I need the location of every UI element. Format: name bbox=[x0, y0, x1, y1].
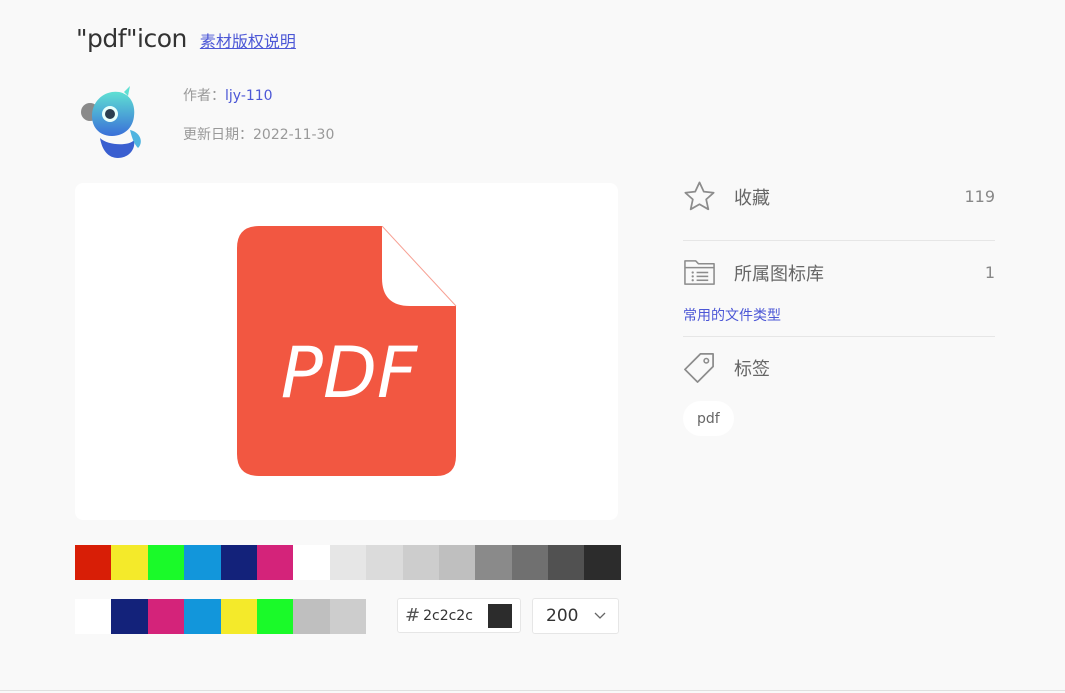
avatar-image bbox=[81, 86, 141, 158]
color-swatch[interactable] bbox=[256, 545, 294, 580]
tags-row: 标签 bbox=[683, 351, 995, 384]
library-label: 所属图标库 bbox=[734, 263, 824, 285]
color-swatch[interactable] bbox=[220, 599, 257, 634]
color-preview-chip[interactable] bbox=[488, 604, 512, 628]
color-swatch[interactable] bbox=[329, 599, 367, 634]
bottom-divider bbox=[0, 690, 1065, 691]
hex-value[interactable]: 2c2c2c bbox=[423, 608, 473, 624]
favorite-label: 收藏 bbox=[734, 187, 770, 209]
hash-symbol: # bbox=[405, 605, 421, 626]
author-label: 作者： bbox=[183, 88, 225, 104]
author-link[interactable]: ljy-110 bbox=[225, 88, 273, 104]
divider bbox=[683, 240, 995, 241]
color-swatch[interactable] bbox=[256, 599, 294, 634]
update-date-row: 更新日期：2022-11-30 bbox=[183, 124, 334, 144]
favorite-row[interactable]: 收藏 119 bbox=[683, 180, 995, 213]
avatar[interactable] bbox=[78, 86, 148, 162]
date-value: 2022-11-30 bbox=[253, 127, 335, 143]
color-swatch[interactable] bbox=[220, 545, 257, 580]
size-select[interactable]: 200 bbox=[532, 598, 619, 634]
color-swatch[interactable] bbox=[475, 545, 512, 580]
color-swatch[interactable] bbox=[584, 545, 621, 580]
color-swatch[interactable] bbox=[548, 545, 585, 580]
color-swatch[interactable] bbox=[75, 545, 112, 580]
color-swatch[interactable] bbox=[511, 545, 549, 580]
color-swatch[interactable] bbox=[111, 599, 148, 634]
divider bbox=[683, 336, 995, 337]
color-swatch[interactable] bbox=[402, 545, 439, 580]
library-count: 1 bbox=[984, 263, 995, 282]
pdf-icon-label: PDF bbox=[281, 332, 419, 414]
color-swatch[interactable] bbox=[147, 545, 185, 580]
color-swatch[interactable] bbox=[111, 545, 148, 580]
color-swatch[interactable] bbox=[184, 545, 221, 580]
color-palette-recent bbox=[75, 599, 367, 634]
pdf-file-icon: PDF bbox=[237, 226, 457, 476]
page-title: "pdf"icon bbox=[76, 24, 187, 53]
color-swatch[interactable] bbox=[366, 545, 403, 580]
icon-preview-panel: PDF bbox=[75, 183, 618, 520]
tag-chip[interactable]: pdf bbox=[683, 401, 734, 436]
color-swatch[interactable] bbox=[147, 599, 185, 634]
chevron-down-icon bbox=[594, 612, 606, 619]
tags-label: 标签 bbox=[734, 358, 770, 380]
copyright-link[interactable]: 素材版权说明 bbox=[200, 28, 296, 52]
color-swatch[interactable] bbox=[329, 545, 367, 580]
color-palette-main bbox=[75, 545, 621, 580]
size-value: 200 bbox=[546, 606, 579, 626]
favorite-count: 119 bbox=[964, 187, 995, 206]
color-swatch[interactable] bbox=[184, 599, 221, 634]
star-icon[interactable] bbox=[683, 180, 716, 213]
color-swatch[interactable] bbox=[75, 599, 112, 634]
tag-icon bbox=[684, 353, 714, 383]
library-row: 所属图标库 1 bbox=[683, 256, 995, 289]
title-row: "pdf"icon 素材版权说明 bbox=[76, 24, 296, 53]
color-swatch[interactable] bbox=[293, 599, 330, 634]
date-label: 更新日期： bbox=[183, 127, 253, 143]
library-link[interactable]: 常用的文件类型 bbox=[683, 305, 781, 325]
color-swatch[interactable] bbox=[293, 545, 330, 580]
author-row: 作者：ljy-110 bbox=[183, 85, 273, 105]
hex-color-input[interactable]: # 2c2c2c bbox=[397, 598, 521, 633]
folder-list-icon bbox=[684, 260, 715, 285]
color-swatch[interactable] bbox=[438, 545, 476, 580]
